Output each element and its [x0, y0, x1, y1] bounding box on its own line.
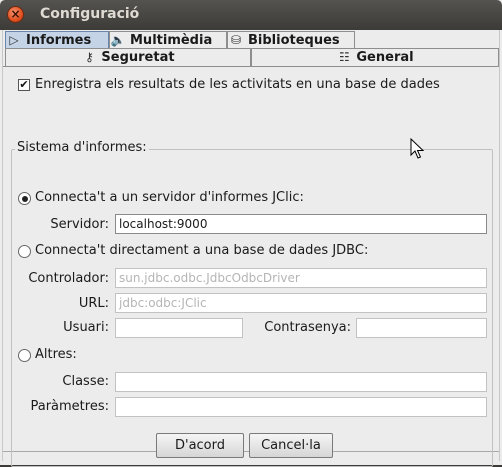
cancel-button[interactable]: Cancel·la	[249, 433, 333, 458]
record-results-checkbox[interactable]: ✔	[18, 79, 30, 91]
tab-label: Informes	[26, 33, 92, 48]
tab-general[interactable]: ☷ General	[251, 48, 499, 66]
user-label: Usuari:	[63, 320, 109, 335]
others-radio[interactable]	[18, 349, 31, 362]
server-option-label: Connecta't a un servidor d'informes JCli…	[35, 190, 304, 205]
tab-label: Seguretat	[101, 50, 175, 65]
driver-input[interactable]: sun.jdbc.odbc.JdbcOdbcDriver	[115, 268, 487, 288]
database-icon: ⛁	[230, 33, 242, 47]
server-label: Servidor:	[50, 217, 109, 232]
dialog-content: ▷ Informes 🔈 Multimèdia ⛁ Biblioteques ⚷ Seg…	[2, 30, 500, 467]
tab-seguretat[interactable]: ⚷ Seguretat	[5, 48, 251, 66]
url-input[interactable]: jdbc:odbc:JClic	[115, 293, 487, 313]
tab-multimedia[interactable]: 🔈 Multimèdia	[109, 31, 227, 49]
url-label: URL:	[78, 296, 109, 311]
params-input[interactable]	[115, 397, 487, 417]
jdbc-option-label: Connecta't directament a una base de dad…	[35, 243, 369, 258]
tab-label: Multimèdia	[130, 33, 213, 48]
server-radio[interactable]	[18, 192, 31, 205]
user-input[interactable]	[115, 318, 243, 338]
informes-panel: ✔ Enregistra els resultats de les activi…	[3, 66, 499, 467]
title-bar: × Configuració	[0, 0, 502, 30]
jdbc-radio[interactable]	[18, 245, 31, 258]
tab-informes[interactable]: ▷ Informes	[5, 31, 109, 49]
speaker-icon: 🔈	[110, 33, 126, 47]
others-option-label: Altres:	[35, 347, 77, 362]
server-input[interactable]: localhost:9000	[115, 214, 487, 234]
password-input[interactable]	[356, 318, 487, 338]
close-button[interactable]: ×	[7, 6, 24, 23]
params-label: Paràmetres:	[30, 399, 109, 414]
class-label: Classe:	[62, 374, 109, 389]
tab-label: General	[356, 50, 414, 65]
config-window: × Configuració ▷ Informes 🔈 Multimèdia ⛁ Bi…	[0, 0, 502, 467]
password-label: Contrasenya:	[264, 320, 351, 335]
report-icon: ▷	[9, 33, 19, 47]
record-results-label: Enregistra els resultats de les activita…	[35, 77, 440, 92]
mouse-cursor-icon	[410, 138, 424, 159]
driver-label: Controlador:	[28, 271, 109, 286]
tab-label: Biblioteques	[248, 33, 340, 48]
class-input[interactable]	[115, 372, 487, 392]
tab-biblioteques[interactable]: ⛁ Biblioteques	[227, 31, 355, 49]
key-icon: ⚷	[85, 50, 94, 64]
settings-icon: ☷	[339, 50, 350, 64]
window-title: Configuració	[40, 6, 140, 22]
ok-button[interactable]: D'acord	[156, 433, 244, 458]
report-system-title: Sistema d'informes:	[15, 140, 149, 155]
